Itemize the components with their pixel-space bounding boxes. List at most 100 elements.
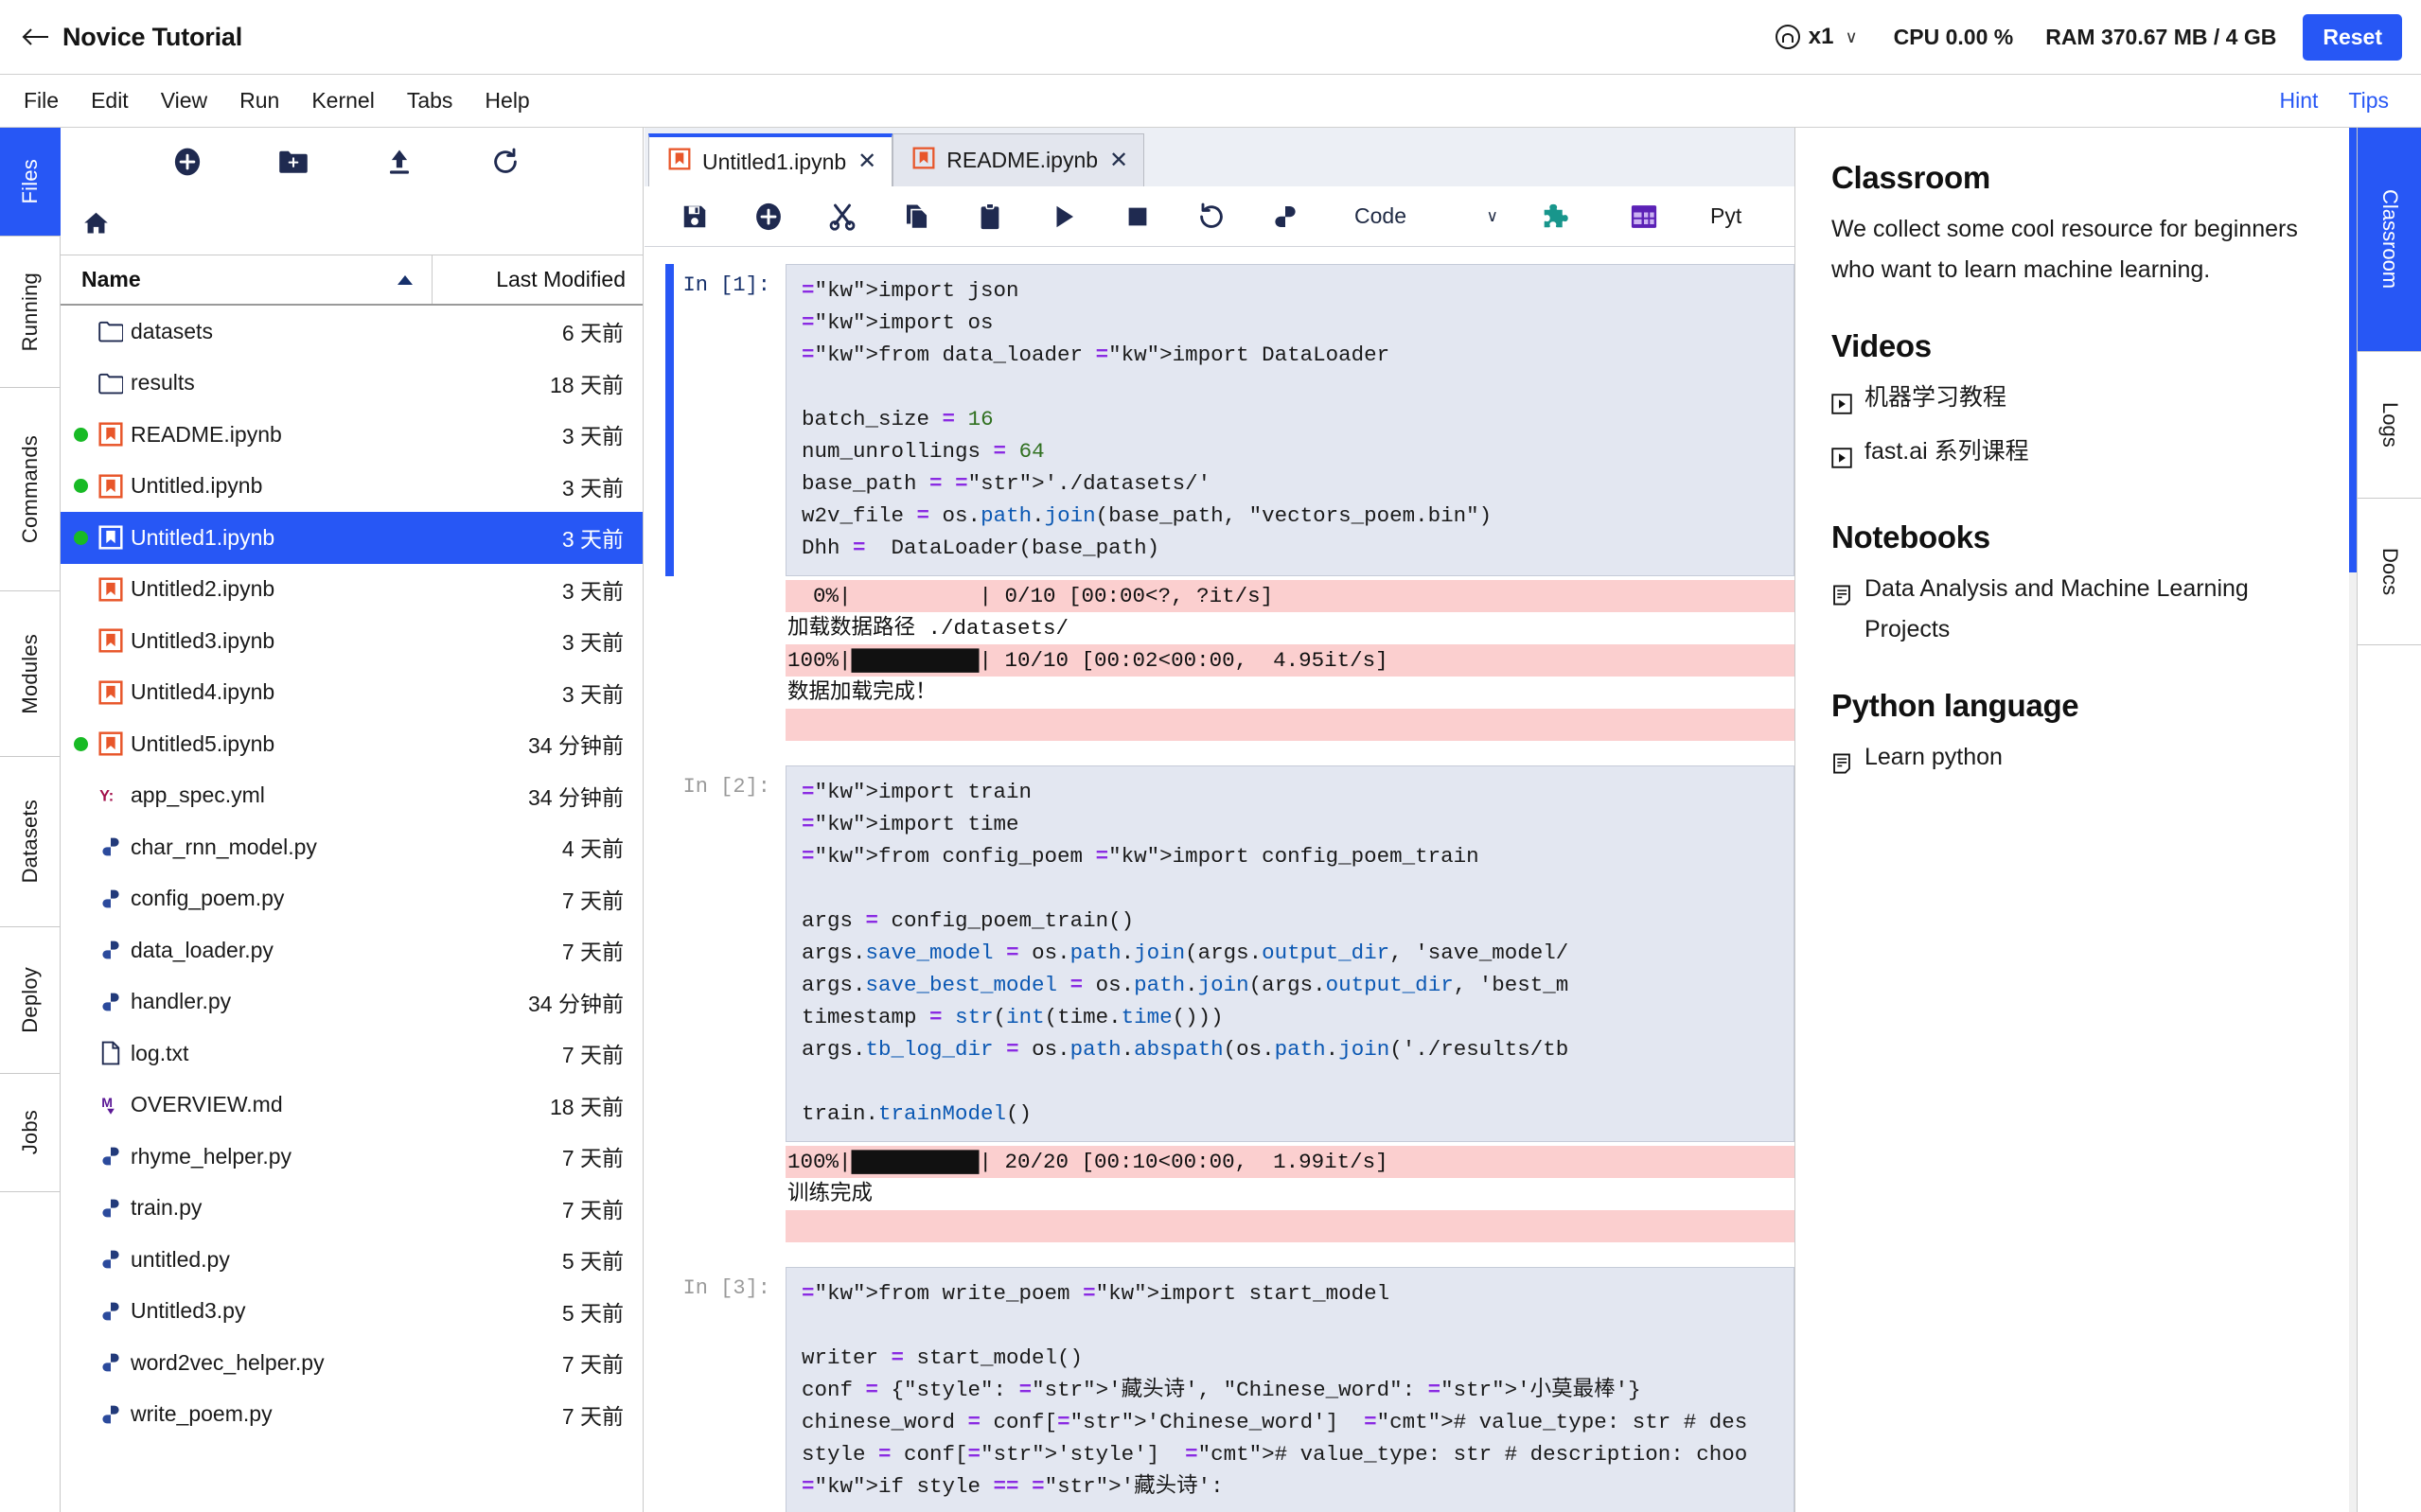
file-list-item[interactable]: word2vec_helper.py 7 天前: [61, 1337, 643, 1389]
notebook-tab-readme[interactable]: README.ipynb ✕: [892, 133, 1145, 186]
cell-editor[interactable]: ="kw">from write_poem ="kw">import start…: [786, 1267, 1794, 1512]
sidebar-tab-datasets[interactable]: Datasets: [0, 757, 61, 927]
notebook-cell-list[interactable]: In [1]: ="kw">import json ="kw">import os…: [645, 247, 1794, 1512]
menu-help[interactable]: Help: [468, 82, 545, 119]
new-folder-icon[interactable]: [240, 149, 346, 175]
output-line: [786, 709, 1794, 741]
file-list-item[interactable]: README.ipynb 3 天前: [61, 409, 643, 461]
cell-editor[interactable]: ="kw">import train ="kw">import time ="k…: [786, 765, 1794, 1142]
menu-edit[interactable]: Edit: [75, 82, 145, 119]
restart-kernel-icon[interactable]: [1175, 186, 1248, 247]
close-icon[interactable]: ✕: [1109, 149, 1128, 172]
file-list-item[interactable]: train.py 7 天前: [61, 1183, 643, 1235]
file-list-item[interactable]: char_rnn_model.py 4 天前: [61, 821, 643, 873]
close-icon[interactable]: ✕: [857, 150, 876, 173]
puzzle-piece-icon[interactable]: [1511, 186, 1602, 247]
file-last-modified: 7 天前: [561, 1043, 624, 1068]
file-list-item[interactable]: datasets 6 天前: [61, 306, 643, 358]
back-arrow-icon[interactable]: [21, 23, 49, 51]
sidebar-tab-jobs[interactable]: Jobs: [0, 1074, 61, 1192]
sidebar-tab-files[interactable]: Files: [0, 128, 61, 237]
file-list-item[interactable]: Y: app_spec.yml 34 分钟前: [61, 770, 643, 822]
file-list[interactable]: datasets 6 天前 results 18 天前 README.ipynb 3 天前…: [61, 306, 643, 1512]
table-grid-icon[interactable]: [1602, 186, 1686, 247]
notebook-cell[interactable]: In [3]: ="kw">from write_poem ="kw">impor…: [645, 1267, 1794, 1512]
hint-link[interactable]: Hint: [2268, 82, 2329, 119]
cell-output: 0%| | 0/10 [00:00<?, ?it/s] 加载数据路径 ./data…: [645, 580, 1794, 741]
right-tab-docs[interactable]: Docs: [2358, 499, 2421, 645]
file-list-item[interactable]: Untitled4.ipynb 3 天前: [61, 667, 643, 719]
video-link-1[interactable]: 机器学习教程: [1831, 378, 2323, 428]
new-launcher-icon[interactable]: [134, 148, 240, 176]
file-list-item[interactable]: Untitled.ipynb 3 天前: [61, 461, 643, 513]
kernel-indicator[interactable]: Pyt: [1710, 203, 1741, 229]
video-link-2[interactable]: fast.ai 系列课程: [1831, 431, 2323, 482]
right-tab-classroom[interactable]: Classroom: [2358, 128, 2421, 352]
file-list-item[interactable]: Untitled3.py 5 天前: [61, 1286, 643, 1338]
file-list-item[interactable]: untitled.py 5 天前: [61, 1234, 643, 1286]
upload-icon[interactable]: [346, 148, 452, 176]
file-list-item[interactable]: results 18 天前: [61, 358, 643, 410]
menu-tabs[interactable]: Tabs: [391, 82, 469, 119]
file-list-item[interactable]: M OVERVIEW.md 18 天前: [61, 1080, 643, 1132]
save-icon[interactable]: [658, 186, 732, 247]
cell-type-select[interactable]: Code ∨: [1339, 194, 1511, 239]
reset-button[interactable]: Reset: [2303, 13, 2402, 61]
video-link-label: fast.ai 系列课程: [1864, 438, 2029, 465]
file-last-modified: 34 分钟前: [528, 991, 624, 1016]
column-header-last-modified[interactable]: Last Modified: [433, 255, 643, 304]
file-list-item[interactable]: Untitled5.ipynb 34 分钟前: [61, 718, 643, 770]
menu-kernel[interactable]: Kernel: [295, 82, 390, 119]
insert-cell-below-icon[interactable]: [732, 186, 805, 247]
file-list-item[interactable]: Untitled1.ipynb 3 天前: [61, 512, 643, 564]
file-list-item[interactable]: handler.py 34 分钟前: [61, 976, 643, 1029]
restart-and-run-all-icon[interactable]: [1248, 186, 1322, 247]
file-list-item[interactable]: Untitled2.ipynb 3 天前: [61, 564, 643, 616]
notebook-tab-untitled1[interactable]: Untitled1.ipynb ✕: [648, 133, 893, 186]
copy-icon[interactable]: [879, 186, 953, 247]
classroom-panel: Classroom We collect some cool resource …: [1794, 128, 2357, 1512]
menu-file[interactable]: File: [8, 82, 75, 119]
sidebar-tab-deploy[interactable]: Deploy: [0, 927, 61, 1074]
menu-view[interactable]: View: [145, 82, 223, 119]
file-list-item[interactable]: rhyme_helper.py 7 天前: [61, 1131, 643, 1183]
file-list-item[interactable]: data_loader.py 7 天前: [61, 924, 643, 976]
cell-selection-bar: [665, 765, 674, 1142]
home-icon[interactable]: [83, 211, 109, 239]
file-list-item[interactable]: log.txt 7 天前: [61, 1028, 643, 1080]
run-icon[interactable]: [1027, 186, 1101, 247]
column-header-name[interactable]: Name: [61, 255, 433, 304]
notebook-file-icon: [91, 525, 131, 550]
paste-icon[interactable]: [953, 186, 1027, 247]
sidebar-tab-commands[interactable]: Commands: [0, 388, 61, 591]
refresh-icon[interactable]: [452, 148, 558, 176]
python-file-icon: [91, 887, 131, 911]
chevron-down-icon: ∨: [1486, 206, 1498, 225]
cell-spacer: [645, 1242, 1794, 1267]
classroom-heading: Classroom: [1831, 160, 1990, 195]
notebook-cell[interactable]: In [1]: ="kw">import json ="kw">import os…: [645, 264, 1794, 576]
notebook-page-icon: [1831, 747, 1852, 787]
file-list-item[interactable]: config_poem.py 7 天前: [61, 873, 643, 925]
file-last-modified: 7 天前: [561, 940, 624, 965]
right-tab-logs[interactable]: Logs: [2358, 352, 2421, 499]
replica-selector[interactable]: x1 ∨: [1775, 24, 1858, 50]
stop-icon[interactable]: [1101, 186, 1175, 247]
python-file-icon: [91, 1402, 131, 1427]
tips-link[interactable]: Tips: [2337, 82, 2400, 119]
cell-editor[interactable]: ="kw">import json ="kw">import os ="kw">…: [786, 264, 1794, 576]
notebook-link-1[interactable]: Data Analysis and Machine Learning Proje…: [1831, 569, 2323, 650]
notebook-cell[interactable]: In [2]: ="kw">import train ="kw">import t…: [645, 765, 1794, 1142]
cut-icon[interactable]: [805, 186, 879, 247]
file-list-item[interactable]: Untitled3.ipynb 3 天前: [61, 615, 643, 667]
classroom-scrollbar[interactable]: [2349, 128, 2357, 1512]
notebook-page-icon: [1831, 578, 1852, 619]
sidebar-tab-modules[interactable]: Modules: [0, 591, 61, 757]
notebook-file-icon: [91, 731, 131, 756]
menu-run[interactable]: Run: [223, 82, 295, 119]
ram-status: RAM 370.67 MB / 4 GB: [2045, 24, 2277, 49]
python-link-1[interactable]: Learn python: [1831, 737, 2323, 787]
python-file-icon: [91, 1247, 131, 1272]
file-list-item[interactable]: write_poem.py 7 天前: [61, 1389, 643, 1441]
sidebar-tab-running[interactable]: Running: [0, 237, 61, 388]
